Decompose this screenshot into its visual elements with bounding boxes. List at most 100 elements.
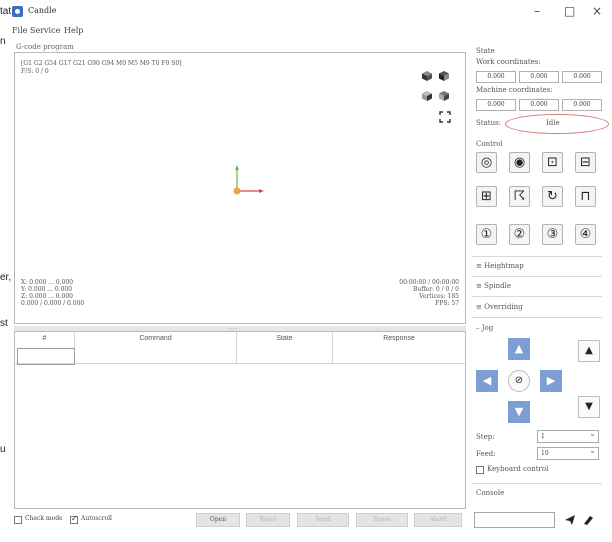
app-icon bbox=[12, 6, 23, 17]
fps-counter: FPS: 57 bbox=[435, 300, 459, 307]
console-title: Console bbox=[476, 489, 505, 497]
vertices-count: Vertices: 185 bbox=[419, 293, 459, 300]
background-text: st bbox=[0, 318, 8, 329]
view-iso-icon[interactable] bbox=[438, 90, 450, 102]
section-divider bbox=[472, 483, 602, 484]
close-button[interactable]: × bbox=[592, 4, 602, 18]
user-command-3-icon[interactable]: ③ bbox=[542, 224, 563, 245]
abort-button[interactable]: Abort bbox=[414, 513, 462, 527]
modal-state-text: [G1 G2 G54 G17 G21 G90 G94 M0 M5 M9 T0 F… bbox=[21, 60, 182, 67]
menu-lines-icon: ≡ bbox=[476, 282, 485, 290]
section-divider bbox=[472, 317, 602, 318]
machine-coordinates-label: Machine coordinates: bbox=[476, 86, 553, 94]
elapsed-time: 00:00:00 / 00:00:00 bbox=[399, 279, 459, 286]
menu-lines-icon: ≡ bbox=[476, 262, 485, 270]
command-table[interactable]: # Command State Response bbox=[14, 331, 466, 509]
background-text: u bbox=[0, 444, 6, 455]
work-coordinates-label: Work coordinates: bbox=[476, 58, 541, 66]
user-command-2-icon[interactable]: ② bbox=[509, 224, 530, 245]
maximize-button[interactable]: □ bbox=[564, 4, 575, 18]
heightmap-section-toggle[interactable]: ≡ Heightmap bbox=[476, 262, 524, 270]
status-value: Idle bbox=[546, 119, 560, 127]
console-command-input[interactable] bbox=[474, 512, 555, 528]
jog-z-minus-button[interactable]: ▼ bbox=[578, 396, 600, 418]
bottom-toolbar: Check mode Autoscroll Open Reset Send Pa… bbox=[14, 513, 466, 529]
minimize-button[interactable]: – bbox=[534, 4, 540, 18]
bounds-size: 0.000 / 0.000 / 0.000 bbox=[21, 300, 85, 307]
keyboard-control-checkbox[interactable] bbox=[476, 466, 484, 474]
check-mode-label: Check mode bbox=[25, 515, 63, 522]
autoscroll-checkbox[interactable] bbox=[70, 514, 78, 524]
menu-lines-icon: ≡ bbox=[476, 303, 485, 311]
overriding-section-toggle[interactable]: ≡ Overriding bbox=[476, 303, 523, 311]
control-title: Control bbox=[476, 140, 503, 148]
restore-origin-icon[interactable]: ⊞ bbox=[476, 186, 497, 207]
column-header-state[interactable]: State bbox=[237, 332, 333, 364]
origin-axes-icon bbox=[233, 165, 264, 195]
jog-x-minus-button[interactable]: ◀ bbox=[476, 370, 498, 392]
selected-cell[interactable] bbox=[17, 348, 75, 365]
heightmap-label: Heightmap bbox=[484, 262, 524, 270]
background-text: n bbox=[0, 36, 6, 47]
autoscroll-label: Autoscroll bbox=[81, 515, 112, 522]
window-title: Candle bbox=[28, 6, 57, 15]
menu-service[interactable]: Service bbox=[30, 26, 60, 35]
probe-z-icon[interactable]: ◉ bbox=[509, 152, 530, 173]
jog-z-plus-button[interactable]: ▲ bbox=[578, 340, 600, 362]
section-divider bbox=[472, 256, 602, 257]
feed-label: Feed: bbox=[476, 450, 496, 458]
safe-position-icon[interactable]: ☈ bbox=[509, 186, 530, 207]
check-mode-checkbox[interactable] bbox=[14, 516, 22, 524]
jog-stop-icon[interactable]: ⊘ bbox=[508, 370, 530, 392]
spindle-section-toggle[interactable]: ≡ Spindle bbox=[476, 282, 511, 290]
buffer-status: Buffer: 0 / 0 / 0 bbox=[412, 286, 459, 293]
view-front-icon[interactable] bbox=[438, 70, 450, 82]
reset-button[interactable]: Reset bbox=[246, 513, 290, 527]
work-z-field: 0.000 bbox=[562, 71, 602, 83]
status-label: Status: bbox=[476, 119, 502, 127]
menu-help[interactable]: Help bbox=[64, 26, 83, 35]
work-y-field: 0.000 bbox=[519, 71, 559, 83]
zero-z-icon[interactable]: ⊟ bbox=[575, 152, 596, 173]
fit-view-icon[interactable] bbox=[439, 111, 451, 123]
jog-y-plus-button[interactable]: ▲ bbox=[508, 338, 530, 360]
send-icon[interactable] bbox=[564, 514, 576, 526]
section-divider bbox=[472, 276, 602, 277]
unlock-icon[interactable]: ⊓ bbox=[575, 186, 596, 207]
view-left-icon[interactable] bbox=[421, 90, 433, 102]
title-bar: Candle – □ × bbox=[12, 0, 612, 26]
column-header-response[interactable]: Response bbox=[333, 332, 465, 364]
spindle-label: Spindle bbox=[484, 282, 511, 290]
send-button[interactable]: Send bbox=[297, 513, 349, 527]
jog-label: Jog bbox=[481, 324, 494, 332]
background-text: tat bbox=[0, 6, 12, 17]
open-button[interactable]: Open bbox=[196, 513, 240, 527]
step-select[interactable]: 1 bbox=[537, 428, 599, 443]
machine-z-field: 0.000 bbox=[562, 99, 602, 111]
feed-spindle-text: F/S: 0 / 0 bbox=[21, 68, 49, 75]
jog-section-toggle[interactable]: – Jog bbox=[476, 324, 493, 332]
zero-xy-icon[interactable]: ⊡ bbox=[542, 152, 563, 173]
user-command-1-icon[interactable]: ① bbox=[476, 224, 497, 245]
reset-icon[interactable]: ↻ bbox=[542, 186, 563, 207]
section-divider bbox=[472, 296, 602, 297]
jog-y-minus-button[interactable]: ▼ bbox=[508, 401, 530, 423]
bounds-x: X: 0.000 ... 0.000 bbox=[21, 279, 74, 286]
machine-x-field: 0.000 bbox=[476, 99, 516, 111]
jog-x-plus-button[interactable]: ▶ bbox=[540, 370, 562, 392]
gcode-panel-title: G-code program bbox=[16, 43, 74, 51]
user-command-4-icon[interactable]: ④ bbox=[575, 224, 596, 245]
clear-icon[interactable] bbox=[582, 514, 594, 526]
home-icon[interactable]: ◎ bbox=[476, 152, 497, 173]
feed-select[interactable]: 10 bbox=[537, 445, 599, 460]
view-top-icon[interactable] bbox=[421, 70, 433, 82]
machine-y-field: 0.000 bbox=[519, 99, 559, 111]
menu-file[interactable]: File bbox=[12, 26, 27, 35]
gcode-3d-viewer[interactable]: [G1 G2 G54 G17 G21 G90 G94 M0 M5 M9 T0 F… bbox=[14, 52, 466, 324]
pause-button[interactable]: Pause bbox=[356, 513, 408, 527]
bounds-y: Y: 0.000 ... 0.000 bbox=[21, 286, 73, 293]
column-header-command[interactable]: Command bbox=[75, 332, 237, 364]
work-x-field: 0.000 bbox=[476, 71, 516, 83]
overriding-label: Overriding bbox=[484, 303, 523, 311]
state-title: State bbox=[476, 47, 495, 55]
